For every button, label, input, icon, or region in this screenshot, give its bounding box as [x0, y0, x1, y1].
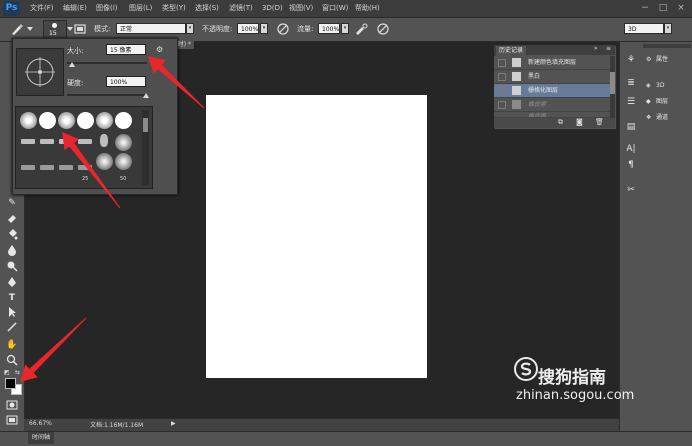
arrow-to-color-swatch	[20, 317, 87, 382]
annotation-arrows	[20, 56, 205, 382]
arrow-to-size-field	[148, 56, 205, 109]
arrow-to-brush-preset	[62, 132, 121, 209]
